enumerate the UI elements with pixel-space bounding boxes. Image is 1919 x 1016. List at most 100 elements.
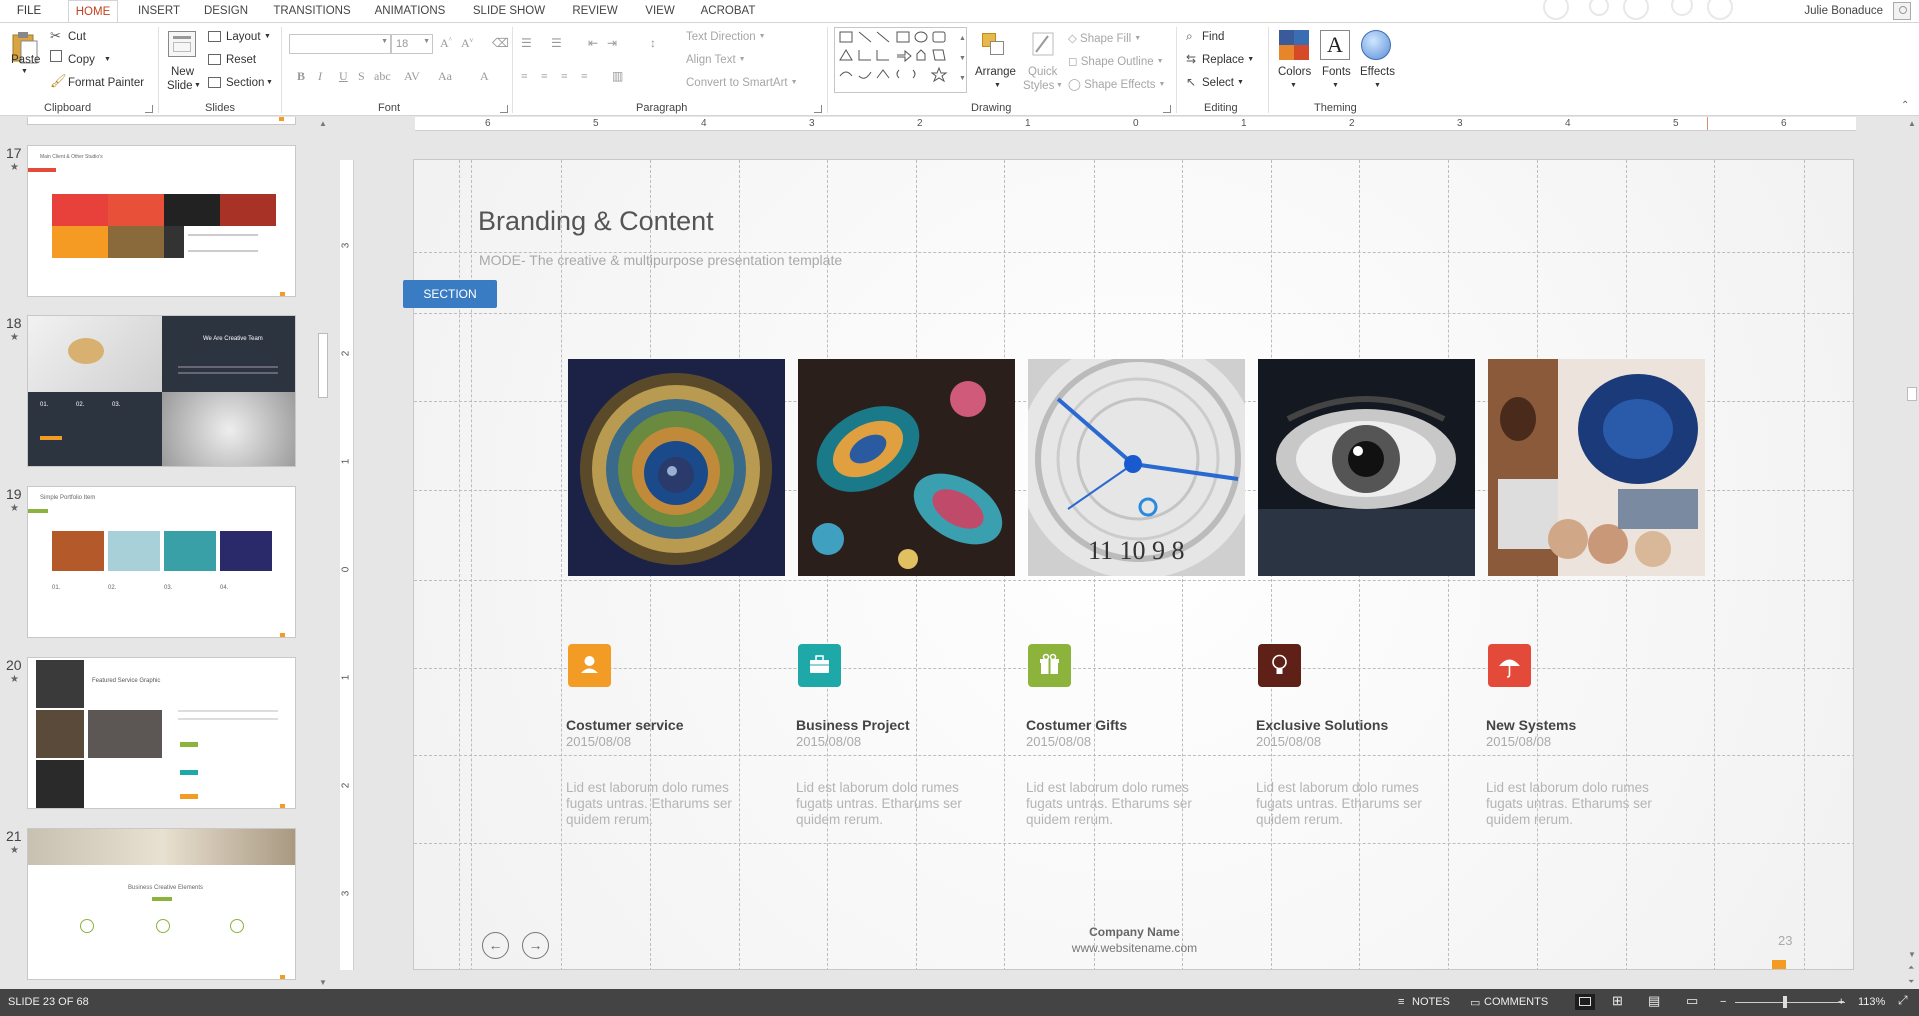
arrange-button[interactable]: Arrange [975, 66, 1016, 78]
thumbnail-slide-20[interactable]: Featured Service Graphic [27, 657, 296, 809]
scroll-down-arrow[interactable]: ▼ [1908, 950, 1916, 959]
align-center-icon[interactable]: ≡ [541, 69, 548, 84]
quick-styles-dropdown-arrow[interactable]: ▼ [1056, 82, 1063, 89]
select-button[interactable]: Select ▼ [1202, 77, 1244, 89]
shapes-gallery[interactable]: ▲ ▼ ▼ [834, 27, 967, 93]
photo-beaded-eye[interactable] [568, 359, 785, 576]
shape-effects-button[interactable]: ◯ Shape Effects ▼ [1068, 77, 1165, 91]
shape-outline-button[interactable]: ◻ Shape Outline ▼ [1068, 54, 1164, 68]
font-name-dropdown-arrow[interactable]: ▼ [381, 38, 388, 45]
user-avatar-icon[interactable] [1893, 2, 1911, 20]
next-slide-arrow[interactable]: ⏷ [1908, 977, 1914, 987]
slide-subtitle[interactable]: MODE- The creative & multipurpose presen… [479, 252, 842, 268]
colors-dropdown-arrow[interactable]: ▼ [1290, 82, 1297, 89]
zoom-level[interactable]: 113% [1858, 996, 1885, 1008]
fonts-button[interactable]: Fonts [1322, 66, 1351, 78]
card-description[interactable]: Lid est laborum dolo rumes fugats untras… [796, 780, 986, 828]
italic-button[interactable]: I [318, 69, 322, 84]
quick-styles-line2[interactable]: Styles [1023, 80, 1054, 92]
reset-button[interactable]: Reset [226, 54, 256, 66]
font-launcher-icon[interactable] [500, 105, 508, 113]
thumbnail-slide-18[interactable]: We Are Creative Team 01. 02. 03. [27, 315, 296, 467]
card-description[interactable]: Lid est laborum dolo rumes fugats untras… [1026, 780, 1216, 828]
tab-design[interactable]: DESIGN [196, 0, 256, 22]
company-website[interactable]: www.websitename.com [414, 941, 1853, 955]
umbrella-icon[interactable] [1488, 644, 1531, 687]
tab-insert[interactable]: INSERT [128, 0, 190, 22]
new-slide-button-line2[interactable]: Slide [167, 80, 193, 92]
effects-button[interactable]: Effects [1360, 66, 1395, 78]
decrease-indent-icon[interactable]: ⇤ [588, 36, 598, 51]
effects-dropdown-arrow[interactable]: ▼ [1374, 82, 1381, 89]
zoom-slider-track[interactable] [1735, 1002, 1845, 1003]
section-dropdown-arrow[interactable]: ▼ [266, 79, 273, 86]
card-title[interactable]: Costumer service [566, 717, 684, 733]
font-name-combo[interactable]: ▼ [289, 34, 391, 54]
card-title[interactable]: Costumer Gifts [1026, 717, 1127, 733]
gift-icon[interactable] [1028, 644, 1071, 687]
tab-review[interactable]: REVIEW [563, 0, 627, 22]
slide-counter[interactable]: SLIDE 23 OF 68 [8, 996, 89, 1008]
slide-canvas[interactable]: Branding & Content MODE- The creative & … [413, 159, 1854, 970]
replace-button[interactable]: Replace ▼ [1202, 54, 1254, 66]
photo-paisley-embroidery[interactable] [798, 359, 1015, 576]
thumbnail-scroll-thumb[interactable] [318, 333, 328, 398]
quick-styles-line1[interactable]: Quick [1028, 66, 1057, 78]
drawing-launcher-icon[interactable] [1163, 105, 1171, 113]
align-left-icon[interactable]: ≡ [521, 69, 528, 84]
card-title[interactable]: Business Project [796, 717, 910, 733]
zoom-in-icon[interactable]: + [1838, 996, 1844, 1008]
thumbnail-slide-21[interactable]: Business Creative Elements [27, 828, 296, 980]
card-date[interactable]: 2015/08/08 [1026, 734, 1091, 749]
format-painter-button[interactable]: Format Painter [68, 77, 144, 89]
change-case-icon[interactable]: Aa [438, 69, 452, 84]
tab-acrobat[interactable]: ACROBAT [693, 0, 763, 22]
slideshow-icon[interactable]: ▭ [1686, 993, 1698, 1009]
find-button[interactable]: Find [1202, 31, 1224, 43]
prev-arrow-icon[interactable]: ← [482, 932, 509, 959]
tab-slide-show[interactable]: SLIDE SHOW [467, 0, 551, 22]
section-tag[interactable]: SECTION [403, 280, 497, 308]
strikethrough-button[interactable]: S [358, 69, 365, 84]
convert-smartart-button[interactable]: Convert to SmartArt ▼ [686, 77, 798, 89]
zoom-out-icon[interactable]: − [1720, 996, 1726, 1008]
photo-street-art-eye[interactable] [1258, 359, 1475, 576]
columns-icon[interactable]: ▥ [612, 69, 623, 84]
new-slide-button-line1[interactable]: New [171, 66, 194, 78]
thumbnail-scrollbar[interactable]: ▲ ▼ [316, 117, 329, 989]
text-direction-button[interactable]: Text Direction ▼ [686, 31, 766, 43]
new-slide-icon[interactable] [168, 31, 196, 57]
fonts-dropdown-arrow[interactable]: ▼ [1332, 82, 1339, 89]
line-spacing-icon[interactable]: ↕ [650, 36, 656, 51]
underline-button[interactable]: U [339, 69, 348, 84]
align-right-icon[interactable]: ≡ [561, 69, 568, 84]
collapse-ribbon-icon[interactable]: ⌃ [1901, 100, 1909, 111]
fit-to-window-icon[interactable]: ⤢ [1898, 993, 1908, 1008]
bullets-icon[interactable]: ☰ [521, 36, 532, 51]
bold-button[interactable]: B [297, 69, 305, 84]
shadow-text-icon[interactable]: abc [374, 69, 391, 84]
thumbnail-slide-17[interactable]: Main Client & Other Studio's [27, 145, 296, 297]
tab-animations[interactable]: ANIMATIONS [366, 0, 454, 22]
normal-view-icon[interactable] [1575, 994, 1595, 1010]
thumbnail-slide-19[interactable]: Simple Portfolio Item 01. 02. 03. 04. [27, 486, 296, 638]
copy-dropdown-arrow[interactable]: ▼ [104, 56, 111, 63]
font-size-combo[interactable]: 18 ▼ [391, 34, 433, 54]
layout-button[interactable]: Layout [226, 31, 261, 43]
card-description[interactable]: Lid est laborum dolo rumes fugats untras… [1256, 780, 1446, 828]
numbering-icon[interactable]: ☰ [551, 36, 562, 51]
photo-collage-feathers[interactable] [1488, 359, 1705, 576]
tab-home[interactable]: HOME [68, 0, 118, 23]
company-name[interactable]: Company Name [414, 925, 1853, 939]
justify-icon[interactable]: ≡ [581, 69, 588, 84]
lightbulb-icon[interactable] [1258, 644, 1301, 687]
next-arrow-icon[interactable]: → [522, 932, 549, 959]
scroll-down-arrow[interactable]: ▼ [319, 978, 327, 987]
card-title[interactable]: New Systems [1486, 717, 1576, 733]
scroll-up-arrow[interactable]: ▲ [319, 119, 327, 128]
increase-indent-icon[interactable]: ⇥ [607, 36, 617, 51]
user-icon[interactable] [568, 644, 611, 687]
card-description[interactable]: Lid est laborum dolo rumes fugats untras… [1486, 780, 1676, 828]
tab-view[interactable]: VIEW [636, 0, 684, 22]
copy-button[interactable]: Copy [68, 54, 95, 66]
